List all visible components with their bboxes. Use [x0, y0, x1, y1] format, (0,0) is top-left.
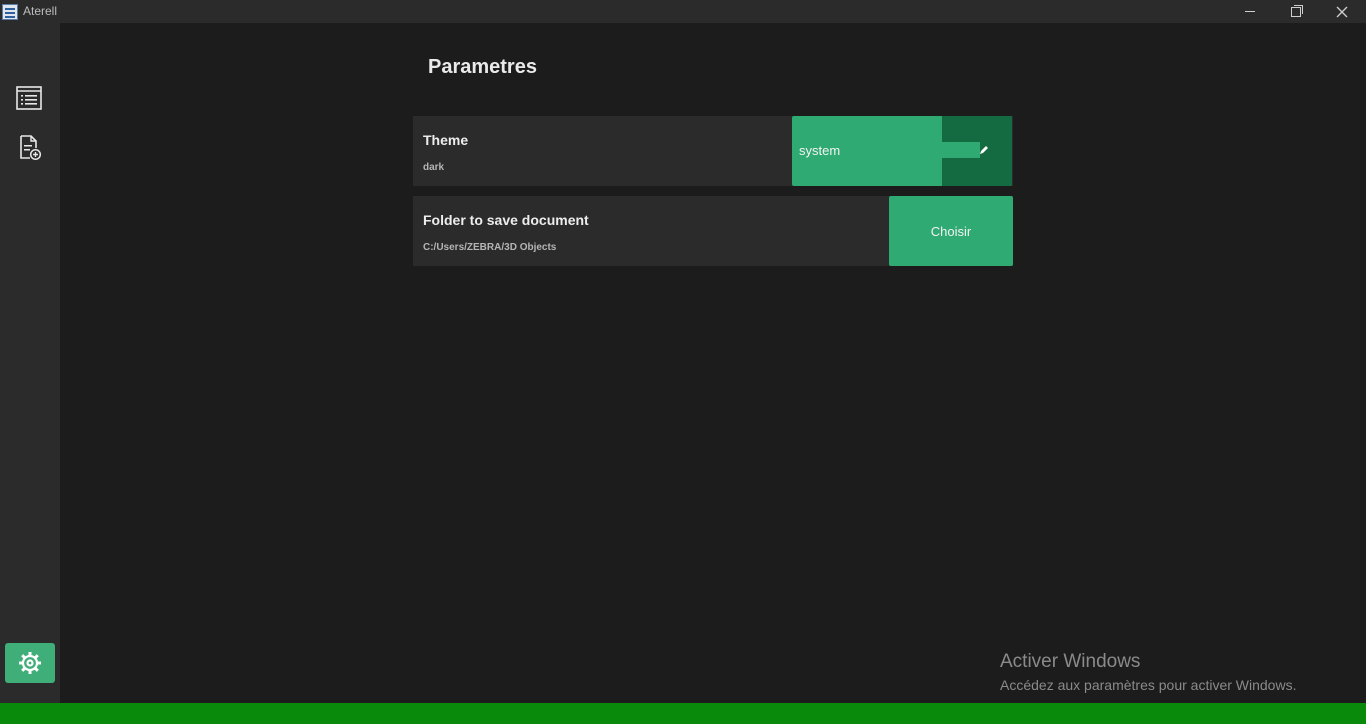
gear-icon: [19, 652, 41, 674]
restore-icon: [1291, 4, 1303, 17]
pencil-icon: [980, 146, 988, 154]
settings-page: Parametres Theme dark system Folder to s…: [60, 23, 1366, 703]
theme-dropdown-button[interactable]: [942, 116, 1012, 186]
close-icon: [1336, 6, 1348, 17]
settings-button[interactable]: [5, 643, 55, 683]
sidebar: [0, 23, 60, 703]
title-bar: Aterell: [0, 0, 1366, 23]
theme-dropdown-track: [942, 142, 980, 158]
app-logo-icon: [2, 4, 18, 20]
page-title: Parametres: [428, 56, 537, 78]
theme-current-value: dark: [423, 162, 445, 173]
activation-watermark-subtitle: Accédez aux paramètres pour activer Wind…: [1000, 677, 1297, 693]
theme-label: Theme: [423, 132, 469, 148]
theme-select-value: system: [799, 143, 841, 158]
theme-setting-card: Theme dark system: [413, 116, 1013, 186]
window-title: Aterell: [23, 4, 58, 18]
choose-folder-button[interactable]: Choisir: [889, 196, 1013, 266]
activation-watermark-title: Activer Windows: [1000, 651, 1141, 672]
maximize-button[interactable]: [1273, 0, 1319, 23]
new-document-icon[interactable]: [17, 135, 43, 161]
list-icon[interactable]: [16, 85, 42, 111]
folder-setting-card: Folder to save document C:/Users/ZEBRA/3…: [413, 196, 1013, 266]
close-button[interactable]: [1319, 0, 1365, 23]
folder-label: Folder to save document: [423, 212, 589, 228]
folder-path: C:/Users/ZEBRA/3D Objects: [423, 242, 557, 253]
minimize-button[interactable]: [1227, 0, 1273, 23]
theme-select[interactable]: system: [792, 116, 1012, 186]
minimize-icon: [1245, 11, 1255, 12]
bottom-status-bar: [0, 703, 1366, 724]
